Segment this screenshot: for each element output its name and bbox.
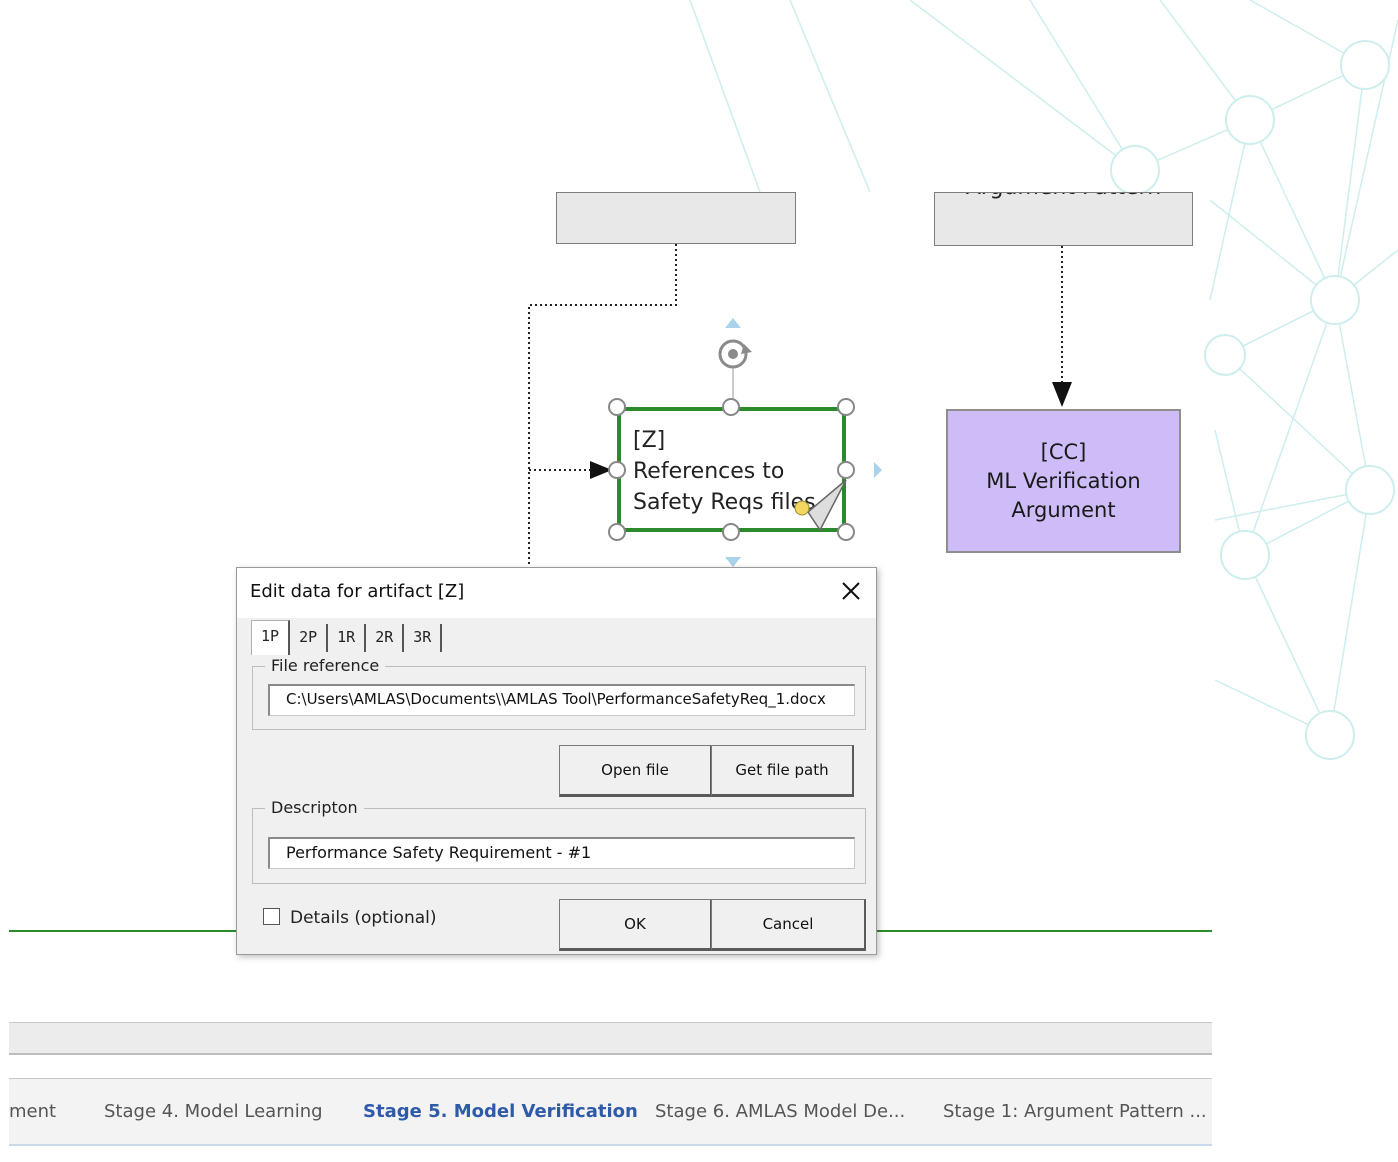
tab-2r[interactable]: 2R <box>366 624 405 652</box>
tab-1r[interactable]: 1R <box>328 624 367 652</box>
description-group: Descripton Performance Safety Requiremen… <box>252 798 866 884</box>
page-tab-stage-1-argument-pattern[interactable]: Stage 1: Argument Pattern ... <box>943 1101 1207 1122</box>
diagram-box-argument-pattern[interactable]: Argument Pattern <box>934 192 1193 246</box>
tab-3r[interactable]: 3R <box>404 624 443 652</box>
green-divider-right <box>877 930 1212 932</box>
page-tab-stage-6[interactable]: Stage 6. AMLAS Model De... <box>655 1101 905 1122</box>
edit-artifact-dialog: Edit data for artifact [Z] 1P 2P 1R 2R 3… <box>236 567 877 955</box>
dialog-titlebar[interactable]: Edit data for artifact [Z] <box>237 568 876 618</box>
open-file-button[interactable]: Open file <box>559 745 712 797</box>
file-reference-group: File reference C:\Users\AMLAS\Documents\… <box>252 656 866 730</box>
tab-2p[interactable]: 2P <box>290 624 329 652</box>
dialog-title: Edit data for artifact [Z] <box>250 581 465 602</box>
diagram-box-upper-left[interactable] <box>556 192 796 244</box>
ok-button[interactable]: OK <box>559 899 712 951</box>
page-tab-stage-4[interactable]: Stage 4. Model Learning <box>104 1101 323 1122</box>
rotate-handle-icon <box>718 339 752 369</box>
page-tabs-bar: ment Stage 4. Model Learning Stage 5. Mo… <box>9 1078 1212 1146</box>
page-tab-stage-5[interactable]: Stage 5. Model Verification <box>363 1101 638 1122</box>
move-down-arrow-icon <box>725 557 741 567</box>
tab-1p[interactable]: 1P <box>251 620 291 655</box>
description-legend: Descripton <box>265 798 364 817</box>
green-divider-left <box>9 930 237 932</box>
file-path-field[interactable]: C:\Users\AMLAS\Documents\\AMLAS Tool\Per… <box>268 684 855 716</box>
move-right-arrow-icon <box>874 462 882 478</box>
details-checkbox[interactable] <box>263 908 280 925</box>
artifact-tabs: 1P 2P 1R 2R 3R <box>251 620 443 655</box>
close-icon[interactable] <box>838 578 864 604</box>
selection-handles[interactable] <box>590 310 890 580</box>
horizontal-scrollbar[interactable] <box>9 1022 1212 1055</box>
file-reference-legend: File reference <box>265 656 386 675</box>
artifact-cc-shape[interactable]: [CC] ML Verification Argument <box>946 409 1181 553</box>
artifact-cc-label: [CC] ML Verification Argument <box>986 439 1141 522</box>
get-file-path-button[interactable]: Get file path <box>711 745 854 797</box>
details-label: Details (optional) <box>290 908 437 928</box>
cancel-button[interactable]: Cancel <box>711 899 866 951</box>
argument-pattern-label: Argument Pattern <box>935 193 1192 200</box>
description-field[interactable]: Performance Safety Requirement - #1 <box>268 837 855 869</box>
page-tab-stage-3[interactable]: ment <box>9 1101 56 1122</box>
move-up-arrow-icon <box>725 318 741 328</box>
